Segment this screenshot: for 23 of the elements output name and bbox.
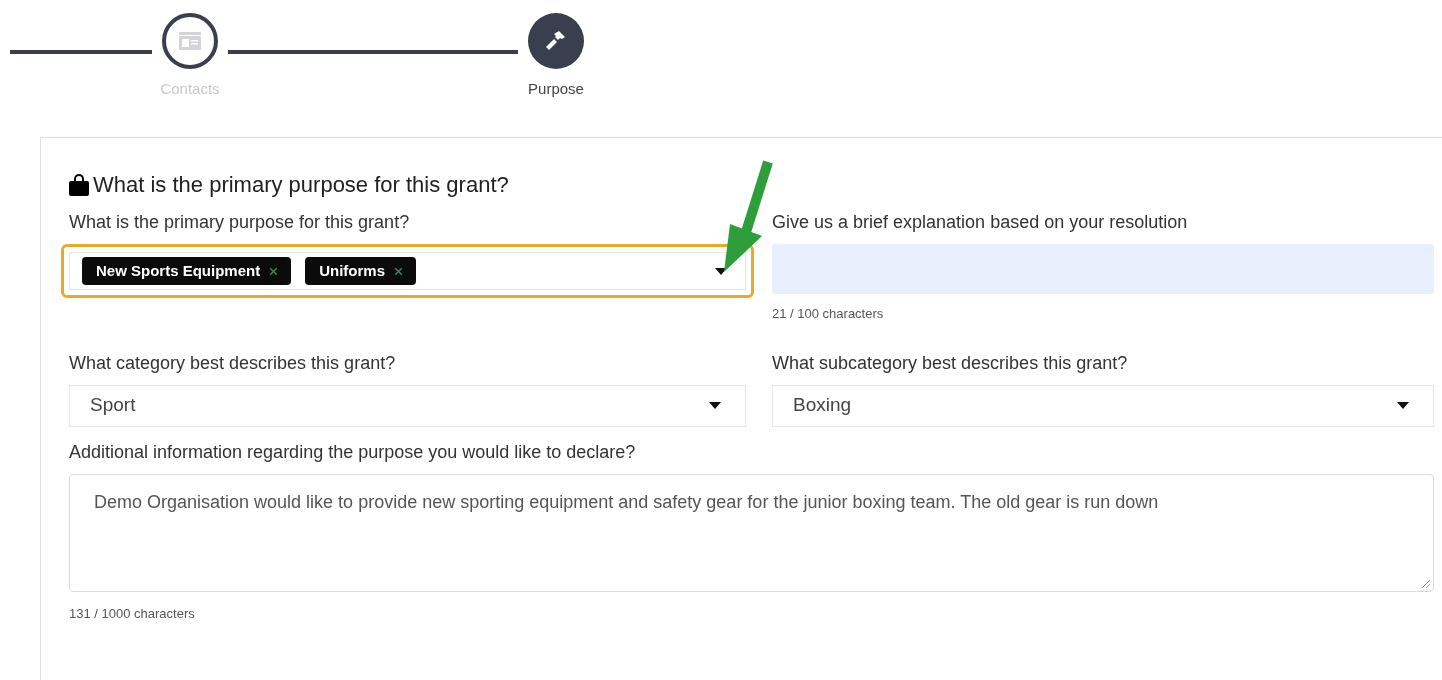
remove-icon[interactable] <box>395 267 403 275</box>
field-label: Give us a brief explanation based on your resolution <box>772 211 1189 234</box>
caret-icon <box>1397 402 1409 409</box>
select-field[interactable]: Boxing <box>772 384 1434 427</box>
select-field[interactable]: Sport <box>69 384 746 427</box>
tag-chip[interactable]: Uniforms <box>305 257 417 285</box>
step-label: Purpose <box>528 79 584 99</box>
multi-select-field[interactable]: New Sports Equipment Uniforms <box>69 252 746 290</box>
remove-icon[interactable] <box>270 267 278 275</box>
resize-handle-icon[interactable] <box>1422 579 1430 588</box>
field-label: What category best describes this grant? <box>69 351 397 375</box>
field-label: Additional information regarding the purpose you would like to declare? <box>69 440 637 464</box>
hammer-icon <box>545 30 567 52</box>
character-counter: 21 / 100 characters <box>772 305 885 323</box>
section-title: What is the primary purpose for this grant? <box>93 171 509 199</box>
field-label: What is the primary purpose for this grant? <box>69 211 411 234</box>
caret-icon <box>709 402 721 409</box>
field-label: What subcategory best describes this grant? <box>772 351 1129 375</box>
id-card-icon <box>179 32 201 50</box>
text-area[interactable]: Demo Organisation would like to provide new sporting equipment and safety gear for the junior boxing team. The old gear is run down <box>69 473 1434 592</box>
shopping-bag-icon <box>69 173 89 196</box>
character-counter: 131 / 1000 characters <box>69 604 196 623</box>
tag-chip[interactable]: New Sports Equipment <box>82 257 292 285</box>
